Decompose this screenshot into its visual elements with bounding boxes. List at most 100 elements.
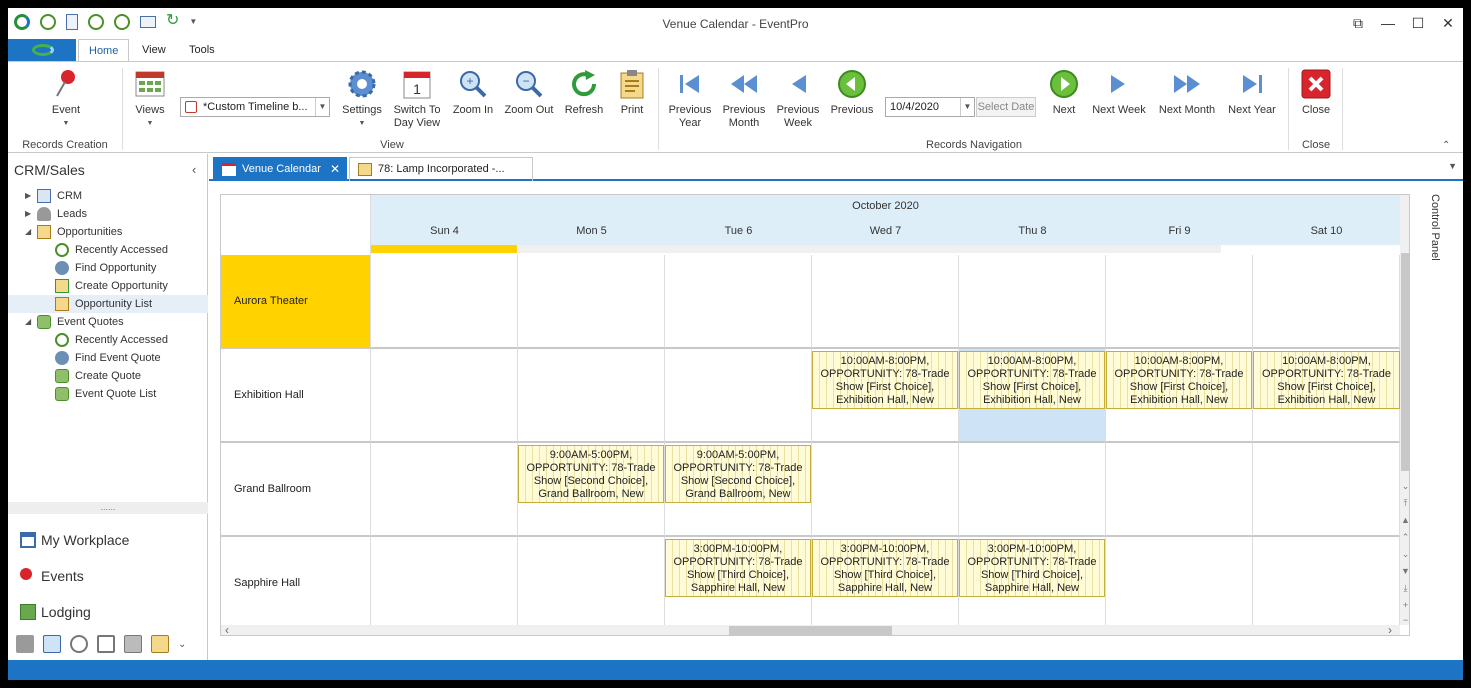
- collapse-nav-icon[interactable]: ‹: [192, 162, 196, 177]
- previous-button[interactable]: Previous: [828, 68, 876, 117]
- calendar-cell[interactable]: [812, 255, 959, 349]
- vertical-scroll-thumb[interactable]: [1401, 253, 1409, 471]
- restore-down-icon[interactable]: ⧉: [1343, 8, 1373, 38]
- calendar-cell[interactable]: [371, 443, 518, 537]
- previous-week-button[interactable]: Previous Week: [774, 68, 822, 130]
- next-year-button[interactable]: Next Year: [1224, 68, 1280, 117]
- view-selector-combo[interactable]: *Custom Timeline b... ▼: [180, 97, 330, 117]
- next-month-button[interactable]: Next Month: [1156, 68, 1218, 117]
- tree-item-event-quotes[interactable]: ◢ Event Quotes: [8, 313, 208, 331]
- calendar-cell[interactable]: [665, 255, 812, 349]
- horizontal-scroll-thumb[interactable]: [729, 626, 892, 635]
- nav-section-my-workplace[interactable]: My Workplace: [8, 523, 208, 557]
- calendar-cell[interactable]: [959, 255, 1106, 349]
- settings-button[interactable]: Settings ▼: [341, 68, 383, 130]
- scroll-top-icon[interactable]: ⤒: [1400, 498, 1409, 509]
- scroll-up-icon[interactable]: ▲: [1400, 515, 1409, 525]
- scroll-left-icon[interactable]: ‹: [225, 623, 229, 635]
- calendar-cell[interactable]: [1106, 537, 1253, 631]
- tab-lamp-incorporated[interactable]: 78: Lamp Incorporated -...: [349, 157, 533, 181]
- scroll-right-icon[interactable]: ›: [1388, 623, 1392, 635]
- chevron-down-icon[interactable]: ⌄: [178, 639, 186, 650]
- venue-row-sapphire-hall[interactable]: Sapphire Hall: [221, 537, 371, 631]
- day-header-fri[interactable]: Fri 9: [1106, 220, 1253, 245]
- chevron-down-icon[interactable]: ▼: [315, 98, 329, 116]
- views-button[interactable]: Views ▼: [132, 68, 168, 130]
- scroll-bottom-icon[interactable]: ⤓: [1400, 583, 1409, 594]
- tree-item-opportunity-list[interactable]: Opportunity List: [8, 295, 208, 313]
- nav-splitter[interactable]: ......: [8, 502, 208, 514]
- clipboard-icon[interactable]: [151, 635, 169, 653]
- calendar-cell[interactable]: [1253, 443, 1400, 537]
- calendar-cell[interactable]: [1106, 443, 1253, 537]
- tree-item-find-event-quote[interactable]: Find Event Quote: [8, 349, 208, 367]
- calendar-cell[interactable]: [665, 349, 812, 443]
- shrink-rows-icon[interactable]: −: [1400, 615, 1409, 625]
- appointment-ballroom-mon[interactable]: 9:00AM-5:00PM, OPPORTUNITY: 78-Trade Sho…: [518, 445, 664, 503]
- appointment-exhibition-wed[interactable]: 10:00AM-8:00PM, OPPORTUNITY: 78-Trade Sh…: [812, 351, 958, 409]
- calendar-cell[interactable]: [371, 255, 518, 349]
- next-button[interactable]: Next: [1046, 68, 1082, 117]
- calendar-cell[interactable]: [518, 537, 665, 631]
- tree-item-opp-recently-accessed[interactable]: Recently Accessed: [8, 241, 208, 259]
- calendar-cell[interactable]: [1253, 537, 1400, 631]
- calendar-cell[interactable]: [371, 349, 518, 443]
- scroll-up-small-icon[interactable]: ⌃: [1400, 532, 1409, 543]
- calendar-cell[interactable]: [1253, 255, 1400, 349]
- calendar-cell[interactable]: [518, 349, 665, 443]
- tab-list-dropdown-icon[interactable]: ▼: [1448, 161, 1457, 171]
- print-button[interactable]: Print: [616, 68, 648, 117]
- appointment-ballroom-tue[interactable]: 9:00AM-5:00PM, OPPORTUNITY: 78-Trade Sho…: [665, 445, 811, 503]
- previous-year-button[interactable]: Previous Year: [666, 68, 714, 130]
- previous-month-button[interactable]: Previous Month: [718, 68, 770, 130]
- expand-rows-icon[interactable]: +: [1400, 600, 1409, 610]
- tab-view[interactable]: View: [132, 39, 176, 61]
- crm-sales-icon[interactable]: [43, 635, 61, 653]
- vertical-scrollbar[interactable]: ⌄ ⤒ ▲ ⌃ ⌄ ▼ ⤓ + −: [1400, 195, 1409, 625]
- close-icon[interactable]: ✕: [1433, 8, 1463, 38]
- zoom-out-button[interactable]: − Zoom Out: [503, 68, 555, 117]
- venue-row-grand-ballroom[interactable]: Grand Ballroom: [221, 443, 371, 537]
- tree-item-leads[interactable]: ▶ Leads: [8, 205, 208, 223]
- appointment-exhibition-fri[interactable]: 10:00AM-8:00PM, OPPORTUNITY: 78-Trade Sh…: [1106, 351, 1252, 409]
- building-icon[interactable]: [16, 635, 34, 653]
- refresh-button[interactable]: Refresh: [562, 68, 606, 117]
- tab-home[interactable]: Home: [78, 39, 130, 61]
- close-button[interactable]: Close: [1298, 68, 1334, 117]
- tree-item-create-opportunity[interactable]: Create Opportunity: [8, 277, 208, 295]
- tree-item-crm[interactable]: ▶ CRM: [8, 187, 208, 205]
- tree-item-opportunities[interactable]: ◢ Opportunities: [8, 223, 208, 241]
- venue-row-aurora-theater[interactable]: Aurora Theater: [221, 255, 371, 349]
- calendar-cell[interactable]: [1106, 255, 1253, 349]
- nav-section-events[interactable]: Events: [8, 559, 208, 593]
- control-panel-toggle[interactable]: Control Panel: [1420, 194, 1450, 294]
- day-header-thu[interactable]: Thu 8: [959, 220, 1106, 245]
- calendar-cell[interactable]: [371, 537, 518, 631]
- zoom-in-button[interactable]: + Zoom In: [451, 68, 495, 117]
- close-tab-icon[interactable]: ✕: [330, 158, 340, 180]
- day-header-tue[interactable]: Tue 6: [665, 220, 812, 245]
- chevron-down-icon[interactable]: ⌄: [1400, 481, 1409, 492]
- appointment-exhibition-sat[interactable]: 10:00AM-8:00PM, OPPORTUNITY: 78-Trade Sh…: [1253, 351, 1400, 409]
- date-picker[interactable]: 10/4/2020 ▼: [885, 97, 975, 117]
- switch-to-day-view-button[interactable]: 1 Switch To Day View: [391, 68, 443, 130]
- collapse-ribbon-icon[interactable]: ⌃: [1442, 140, 1450, 151]
- checklist-icon[interactable]: [97, 635, 115, 653]
- expand-icon[interactable]: ▶: [25, 205, 35, 223]
- tree-item-create-quote[interactable]: Create Quote: [8, 367, 208, 385]
- maximize-icon[interactable]: ☐: [1403, 8, 1433, 38]
- calendar-cell[interactable]: [812, 443, 959, 537]
- calendar-cell[interactable]: [518, 255, 665, 349]
- tree-item-find-opportunity[interactable]: Find Opportunity: [8, 259, 208, 277]
- collapse-icon[interactable]: ◢: [25, 313, 35, 331]
- venue-row-exhibition-hall[interactable]: Exhibition Hall: [221, 349, 371, 443]
- next-week-button[interactable]: Next Week: [1090, 68, 1148, 117]
- tab-tools[interactable]: Tools: [179, 39, 225, 61]
- application-menu-button[interactable]: [8, 39, 76, 61]
- collapse-icon[interactable]: ◢: [25, 223, 35, 241]
- appointment-sapphire-wed[interactable]: 3:00PM-10:00PM, OPPORTUNITY: 78-Trade Sh…: [812, 539, 958, 597]
- minimize-icon[interactable]: —: [1373, 8, 1403, 38]
- appointment-sapphire-thu[interactable]: 3:00PM-10:00PM, OPPORTUNITY: 78-Trade Sh…: [959, 539, 1105, 597]
- tree-item-event-quote-list[interactable]: Event Quote List: [8, 385, 208, 403]
- day-header-mon[interactable]: Mon 5: [518, 220, 665, 245]
